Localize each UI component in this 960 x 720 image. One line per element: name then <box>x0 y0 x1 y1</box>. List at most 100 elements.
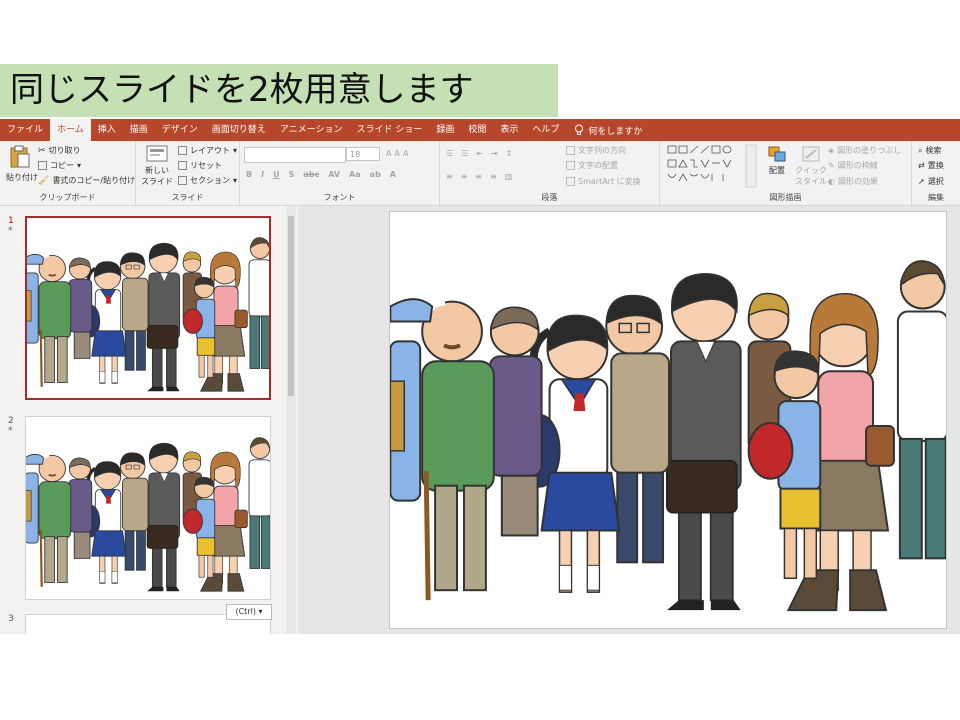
pen-icon: ✎ <box>828 161 835 170</box>
cut-button[interactable]: ✂ 切り取り <box>38 145 81 156</box>
tab-transitions[interactable]: 画面切り替え <box>205 119 273 141</box>
bullets-icon[interactable]: ☰ <box>446 149 453 158</box>
tab-design[interactable]: デザイン <box>155 119 205 141</box>
tab-draw[interactable]: 描画 <box>123 119 155 141</box>
quick-styles-label-2: スタイル <box>795 177 827 186</box>
shape-effects-button[interactable]: ◐ 図形の効果 <box>828 176 878 187</box>
paragraph-group: ☰ ☰ ⇤ ⇥ ↕ ≡ ≡ ≡ ≡ ▥ 文字列の方向 文字の配置 SmartAr… <box>440 141 660 205</box>
tab-slideshow[interactable]: スライド ショー <box>349 119 429 141</box>
increase-font-icon[interactable]: A <box>386 149 391 158</box>
align-right-icon[interactable]: ≡ <box>475 172 482 181</box>
slide-thumbnail-pane: 1 * 2 * 3 <box>0 206 298 634</box>
tab-insert[interactable]: 挿入 <box>91 119 123 141</box>
cursor-icon: ➚ <box>918 177 925 186</box>
reset-button[interactable]: リセット <box>178 160 222 171</box>
crowd-illustration <box>27 235 269 393</box>
font-name-box[interactable] <box>244 147 346 163</box>
align-text-button[interactable]: 文字の配置 <box>566 160 618 171</box>
slide-number-1: 1 <box>8 216 14 226</box>
font-group-label: フォント <box>323 193 356 202</box>
tab-review[interactable]: 校閲 <box>461 119 493 141</box>
list-buttons: ☰ ☰ ⇤ ⇥ ↕ <box>446 149 512 158</box>
select-button[interactable]: ➚ 選択 <box>918 176 944 187</box>
tab-view[interactable]: 表示 <box>493 119 525 141</box>
shapes-gallery[interactable] <box>666 144 758 188</box>
slide-thumbnail-2[interactable] <box>25 416 271 600</box>
numbering-icon[interactable]: ☰ <box>461 149 468 158</box>
replace-button[interactable]: ⇄ 置換 <box>918 160 944 171</box>
tab-home[interactable]: ホーム <box>50 119 91 141</box>
decrease-font-icon[interactable]: A <box>394 149 399 158</box>
tell-me-box[interactable]: 何をしますか <box>566 124 642 137</box>
highlight-icon[interactable]: ab <box>370 170 381 179</box>
slide-thumbnail-1[interactable] <box>25 216 271 400</box>
text-direction-button[interactable]: 文字列の方向 <box>566 145 626 156</box>
lightbulb-icon <box>575 124 584 135</box>
tell-me-text: 何をしますか <box>588 126 643 137</box>
paste-options-button[interactable]: (Ctrl) ▾ <box>226 604 272 620</box>
clipboard-group-label: クリップボード <box>39 193 96 202</box>
reset-icon <box>178 161 187 170</box>
align-left-icon[interactable]: ≡ <box>446 172 453 181</box>
chevron-down-icon: ▾ <box>233 146 238 155</box>
tab-animations[interactable]: アニメーション <box>273 119 350 141</box>
search-icon: ⌕ <box>918 145 923 155</box>
font-size-buttons: A A A <box>386 149 408 158</box>
editing-group-label: 編集 <box>928 193 944 202</box>
align-center-icon[interactable]: ≡ <box>461 172 468 181</box>
title-banner: 同じスライドを2枚用意します <box>0 64 558 117</box>
section-button[interactable]: セクション ▾ <box>178 175 237 186</box>
increase-indent-icon[interactable]: ⇥ <box>491 149 498 158</box>
slide-number-3: 3 <box>8 614 14 624</box>
line-spacing-icon[interactable]: ↕ <box>506 149 513 158</box>
new-slide-icon <box>146 145 168 162</box>
tab-record[interactable]: 録画 <box>429 119 461 141</box>
shape-fill-button[interactable]: ◈ 図形の塗りつぶし <box>828 145 901 156</box>
scrollbar-thumb[interactable] <box>288 216 294 396</box>
new-slide-button[interactable]: 新しい スライド <box>140 143 174 189</box>
strikethrough-icon[interactable]: abc <box>303 170 319 179</box>
paste-label: 貼り付け <box>6 173 38 182</box>
drawing-group-label: 図形描画 <box>769 193 802 202</box>
thumbnail-scrollbar[interactable] <box>286 206 296 634</box>
slide-star-2: * <box>8 426 13 436</box>
copy-button[interactable]: コピー ▾ <box>38 160 81 171</box>
arrange-button[interactable]: 配置 <box>762 145 792 189</box>
main-slide-canvas[interactable] <box>389 211 947 629</box>
copy-icon <box>38 161 47 170</box>
new-slide-label-2: スライド <box>141 177 173 186</box>
tab-file[interactable]: ファイル <box>0 119 50 141</box>
quick-styles-button[interactable]: クイック スタイル <box>794 145 828 189</box>
shape-outline-button[interactable]: ✎ 図形の枠線 <box>828 160 878 171</box>
columns-icon[interactable]: ▥ <box>505 172 513 181</box>
bold-icon[interactable]: B <box>246 170 252 179</box>
arrange-icon <box>768 146 786 162</box>
format-painter-button[interactable]: 🖌 書式のコピー/貼り付け <box>38 175 135 186</box>
new-slide-label: 新しい <box>145 166 169 175</box>
clear-format-icon[interactable]: A <box>403 149 408 158</box>
crowd-illustration <box>26 435 270 593</box>
smartart-button[interactable]: SmartArt に変換 <box>566 176 641 187</box>
font-size-box[interactable]: 18 <box>346 147 380 161</box>
paint-bucket-icon: ◈ <box>828 146 835 155</box>
layout-button[interactable]: レイアウト ▾ <box>178 145 237 156</box>
spacing-icon[interactable]: AV <box>328 170 340 179</box>
find-button[interactable]: ⌕ 検索 <box>918 145 941 156</box>
paste-icon <box>10 145 30 168</box>
case-icon[interactable]: Aa <box>349 170 361 179</box>
smartart-icon <box>566 177 575 186</box>
font-style-row: B I U S abc AV Aa ab A <box>246 170 396 179</box>
section-icon <box>178 176 187 185</box>
font-group: 18 A A A B I U S abc AV Aa ab A フォント <box>240 141 440 205</box>
ribbon-home: 貼り付け ✂ 切り取り コピー ▾ 🖌 書式のコピー/貼り付け クリップボード … <box>0 141 960 206</box>
paste-button[interactable]: 貼り付け <box>6 145 38 187</box>
underline-icon[interactable]: U <box>273 170 280 179</box>
italic-icon[interactable]: I <box>261 170 264 179</box>
font-color-icon[interactable]: A <box>390 170 396 179</box>
ribbon-tab-bar: ファイル ホーム 挿入 描画 デザイン 画面切り替え アニメーション スライド … <box>0 119 960 141</box>
justify-icon[interactable]: ≡ <box>490 172 497 181</box>
decrease-indent-icon[interactable]: ⇤ <box>476 149 483 158</box>
align-buttons: ≡ ≡ ≡ ≡ ▥ <box>446 172 512 181</box>
shadow-icon[interactable]: S <box>289 170 295 179</box>
tab-help[interactable]: ヘルプ <box>525 119 566 141</box>
